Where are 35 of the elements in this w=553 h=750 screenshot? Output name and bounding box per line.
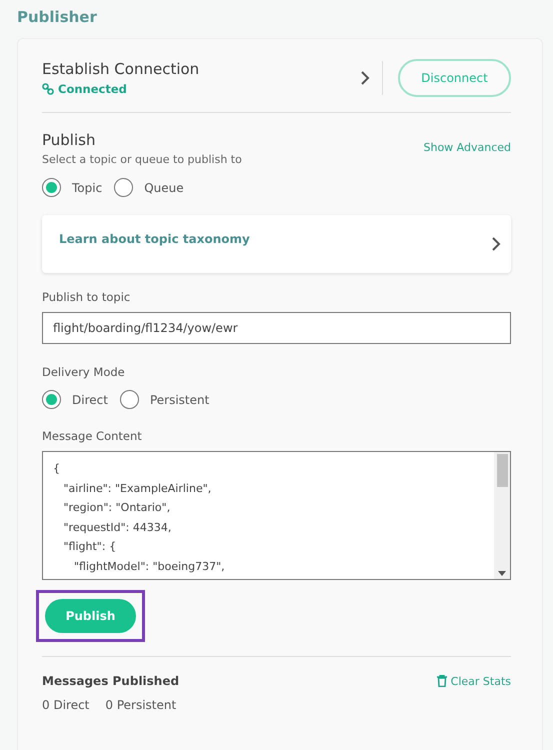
scrollbar-thumb[interactable] xyxy=(496,454,508,487)
radio-button[interactable] xyxy=(42,178,61,197)
scroll-down-icon[interactable] xyxy=(498,571,506,576)
code-line: { xyxy=(53,461,61,477)
chevron-right-icon[interactable] xyxy=(491,237,501,251)
code-line: "requestId": 44334, xyxy=(62,520,172,536)
message-content-field[interactable]: { "airline": "ExampleAirline", "region": "Ontario", "requestId": 44334, "flight": { "flightModel": "boeing737", xyxy=(42,451,511,580)
radio-button[interactable] xyxy=(120,390,139,409)
section-title: Publish xyxy=(42,131,96,149)
topic-input[interactable]: flight/boarding/fl1234/yow/ewr xyxy=(42,312,511,344)
code-line: "flightModel": "boeing737", xyxy=(72,558,226,574)
field-label: Publish to topic xyxy=(42,290,132,304)
radio-button[interactable] xyxy=(42,390,61,409)
radio-button[interactable] xyxy=(114,178,134,197)
section-subtitle: Select a topic or queue to publish to xyxy=(42,153,243,166)
radio-label[interactable]: Topic xyxy=(72,180,102,194)
field-label: Message Content xyxy=(42,429,143,443)
code-line: "region": "Ontario", xyxy=(62,500,172,516)
radio-label[interactable]: Direct xyxy=(72,392,108,406)
message-count: 0 Direct xyxy=(42,698,90,712)
message-count: 0 Persistent xyxy=(105,698,176,712)
field-label: Delivery Mode xyxy=(42,365,126,379)
radio-label[interactable]: Queue xyxy=(144,180,184,194)
trash-icon[interactable] xyxy=(436,675,447,687)
connection-status: Connected xyxy=(58,82,127,96)
code-line: "airline": "ExampleAirline", xyxy=(62,480,212,496)
radio-label[interactable]: Persistent xyxy=(150,392,210,406)
stats-title: Messages Published xyxy=(42,674,180,688)
learn-card-title: Learn about topic taxonomy xyxy=(59,232,250,246)
section-title: Establish Connection xyxy=(42,60,200,78)
code-line: "flight": { xyxy=(62,539,118,555)
link-icon xyxy=(42,83,54,95)
chevron-right-icon[interactable] xyxy=(360,71,370,85)
page-title: Publisher xyxy=(17,8,98,26)
learn-card[interactable]: Learn about topic taxonomy xyxy=(42,215,511,273)
